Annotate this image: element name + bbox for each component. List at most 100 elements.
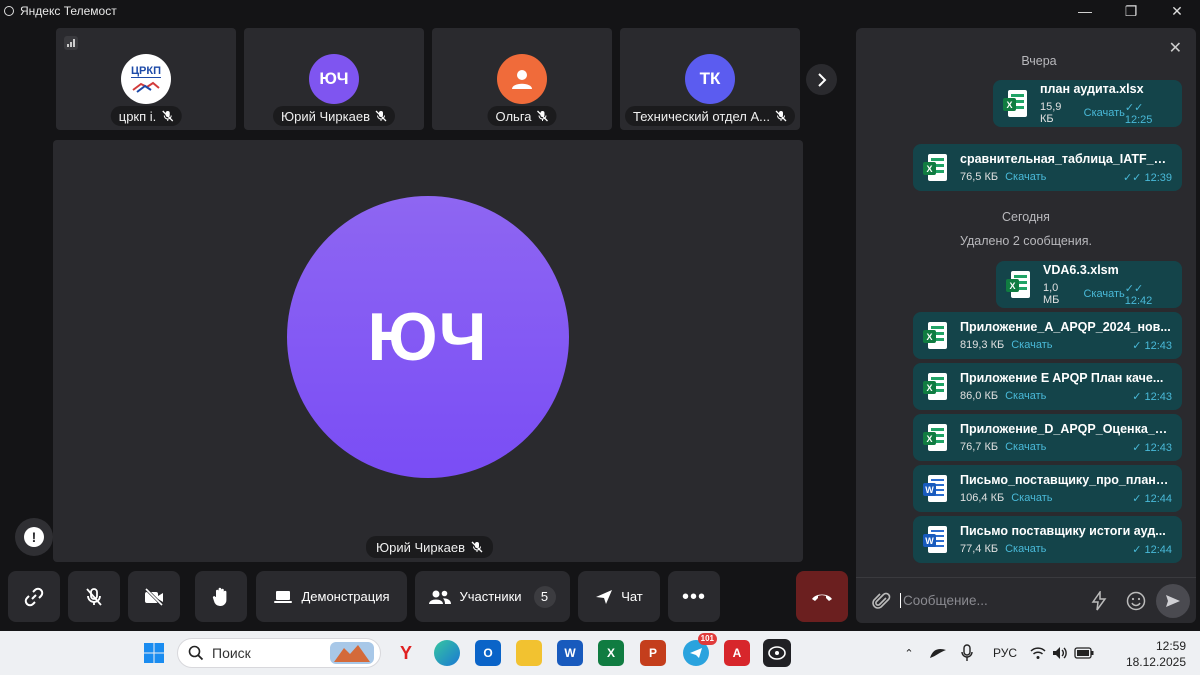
send-arrow-icon: [596, 589, 613, 604]
acrobat-icon[interactable]: A: [724, 640, 750, 666]
emoji-icon[interactable]: [1126, 591, 1146, 611]
download-link[interactable]: Скачать: [1011, 339, 1052, 351]
chat-input-bar: Сообщение...: [856, 577, 1196, 623]
more-options-button[interactable]: •••: [668, 571, 720, 622]
deleted-messages-note: Удалено 2 сообщения.: [960, 234, 1092, 248]
file-message[interactable]: W Письмо поставщику истоги ауд... 77,4 К…: [913, 516, 1182, 563]
file-name: сравнительная_таблица_IATF_и_...: [960, 151, 1172, 166]
taskbar-search[interactable]: Поиск: [177, 638, 381, 668]
message-time: ✓ 12:43: [1132, 339, 1172, 352]
telegram-icon[interactable]: 101: [683, 633, 717, 666]
outlook-icon[interactable]: O: [475, 640, 501, 666]
excel-app-icon[interactable]: X: [598, 640, 624, 666]
download-link[interactable]: Скачать: [1011, 492, 1052, 504]
file-message[interactable]: X Приложение_A_APQP_2024_нов... 819,3 КБ…: [913, 312, 1182, 359]
message-input[interactable]: Сообщение...: [900, 593, 1090, 608]
wifi-icon[interactable]: [1030, 646, 1046, 660]
file-message[interactable]: W Письмо_поставщику_про_плани... 106,4 К…: [913, 465, 1182, 512]
download-link[interactable]: Скачать: [1083, 288, 1124, 300]
chat-panel: ✕ Вчера X план аудита.xlsx 15,9 КБ Скача…: [856, 28, 1196, 623]
word-app-icon[interactable]: W: [557, 640, 583, 666]
file-name: Письмо_поставщику_про_плани...: [960, 472, 1172, 487]
report-problem-button[interactable]: !: [15, 518, 53, 556]
search-highlight-image: [330, 642, 374, 664]
download-link[interactable]: Скачать: [1084, 107, 1125, 119]
chevron-right-icon: [817, 72, 826, 87]
participant-name: Юрий Чиркаев: [281, 108, 370, 124]
message-time: ✓✓ 12:25: [1124, 101, 1153, 126]
participant-tile[interactable]: ЦРКП цркп i.: [56, 28, 236, 130]
pen-tray-icon[interactable]: [928, 646, 948, 660]
windows-taskbar: Поиск Y O W X P 101 A ⌃ РУС 12:59 18.12.…: [0, 631, 1200, 675]
next-participants-button[interactable]: [806, 64, 837, 95]
file-message[interactable]: X VDA6.3.xlsm 1,0 МБ Скачать ✓✓ 12:42: [996, 261, 1182, 308]
participant-tile[interactable]: Ольга: [432, 28, 612, 130]
download-link[interactable]: Скачать: [1005, 171, 1046, 183]
excel-file-icon: X: [923, 321, 948, 350]
excel-file-icon: X: [923, 372, 948, 401]
participant-name: цркп i.: [118, 108, 157, 124]
start-button[interactable]: [141, 640, 167, 666]
excel-file-icon: X: [923, 423, 948, 452]
file-message[interactable]: X план аудита.xlsx 15,9 КБ Скачать ✓✓ 12…: [993, 80, 1182, 127]
file-size: 77,4 КБ: [960, 543, 999, 555]
participant-tile[interactable]: ТК Технический отдел А...: [620, 28, 800, 130]
more-dots-icon: •••: [681, 585, 706, 608]
close-window-button[interactable]: ✕: [1154, 0, 1200, 22]
download-link[interactable]: Скачать: [1005, 543, 1046, 555]
file-message[interactable]: X Приложение_D_APQP_Оценка_о... 76,7 КБ …: [913, 414, 1182, 461]
telemost-app-icon[interactable]: [763, 639, 791, 667]
volume-icon[interactable]: [1052, 646, 1068, 660]
user-icon: [512, 70, 532, 89]
powerpoint-app-icon[interactable]: P: [640, 640, 666, 666]
participants-button[interactable]: Участники 5: [415, 571, 570, 622]
participant-tile[interactable]: ЮЧ Юрий Чиркаев: [244, 28, 424, 130]
participant-name-chip: Ольга: [487, 106, 557, 126]
battery-icon[interactable]: [1074, 647, 1094, 659]
attach-icon[interactable]: [872, 591, 892, 611]
leave-call-button[interactable]: [796, 571, 848, 622]
search-placeholder: Поиск: [212, 645, 251, 661]
svg-text:X: X: [926, 332, 932, 342]
download-link[interactable]: Скачать: [1005, 390, 1046, 402]
message-time: ✓✓ 12:42: [1124, 282, 1153, 307]
maximize-button[interactable]: ❐: [1108, 0, 1154, 22]
show-hidden-icons-icon[interactable]: ⌃: [900, 647, 918, 660]
participant-name-chip: Юрий Чиркаев: [273, 106, 395, 126]
minimize-button[interactable]: —: [1062, 0, 1108, 22]
telegram-plane-icon: [690, 648, 702, 658]
day-separator: Сегодня: [1002, 210, 1050, 224]
excel-file-icon: X: [923, 153, 948, 182]
svg-text:X: X: [926, 164, 932, 174]
svg-text:W: W: [925, 536, 934, 546]
hang-up-icon: [812, 594, 832, 601]
screen-share-button[interactable]: Демонстрация: [256, 571, 407, 622]
edge-browser-icon[interactable]: [434, 640, 460, 666]
system-clock[interactable]: 12:59 18.12.2025: [1126, 638, 1186, 670]
chat-button[interactable]: Чат: [578, 571, 660, 622]
download-link[interactable]: Скачать: [1005, 441, 1046, 453]
microphone-tray-icon[interactable]: [960, 644, 974, 662]
copy-link-button[interactable]: [8, 571, 60, 622]
svg-text:W: W: [925, 485, 934, 495]
send-button[interactable]: [1156, 583, 1190, 618]
lightning-icon[interactable]: [1090, 590, 1108, 611]
yandex-browser-icon[interactable]: Y: [393, 640, 419, 666]
file-size: 86,0 КБ: [960, 390, 999, 402]
raise-hand-button[interactable]: [195, 571, 247, 622]
microphone-toggle-button[interactable]: [68, 571, 120, 622]
file-message[interactable]: X Приложение E APQP План каче... 86,0 КБ…: [913, 363, 1182, 410]
exclamation-icon: !: [24, 527, 44, 547]
avatar: [497, 54, 547, 104]
file-message[interactable]: X сравнительная_таблица_IATF_и_... 76,5 …: [913, 144, 1182, 191]
avatar: ЦРКП: [121, 54, 171, 104]
file-explorer-icon[interactable]: [516, 640, 542, 666]
file-name: Письмо поставщику истоги ауд...: [960, 523, 1166, 538]
screen-share-label: Демонстрация: [301, 589, 390, 604]
message-time: ✓ 12:43: [1132, 390, 1172, 403]
file-name: Приложение E APQP План каче...: [960, 370, 1164, 385]
camera-toggle-button[interactable]: [128, 571, 180, 622]
language-indicator[interactable]: РУС: [993, 646, 1017, 660]
main-video-stage: ЮЧ Юрий Чиркаев: [53, 140, 803, 562]
windows-logo-icon: [144, 643, 164, 663]
